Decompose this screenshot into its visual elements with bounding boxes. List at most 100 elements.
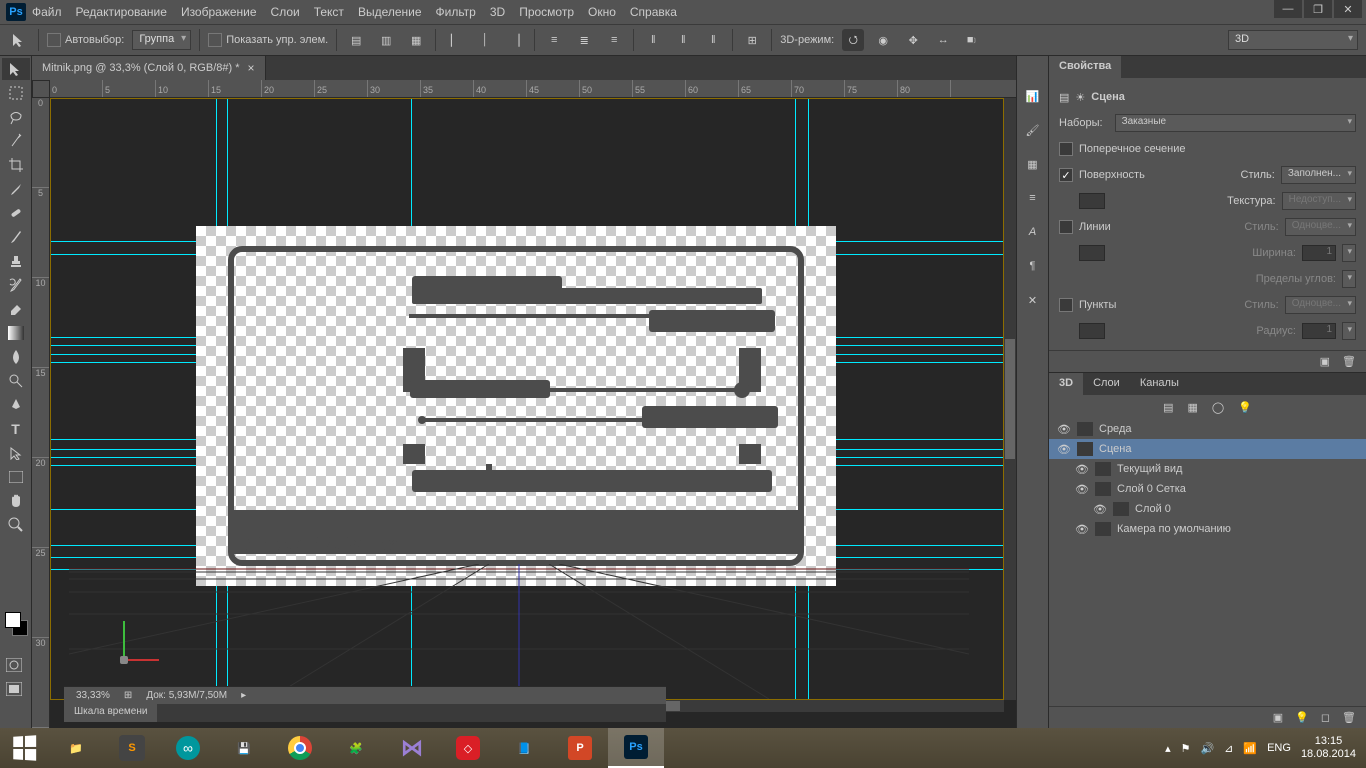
pan-3d-icon[interactable]: ✥: [902, 29, 924, 51]
pen-tool[interactable]: [2, 394, 30, 416]
props-render-icon[interactable]: ▣: [1320, 355, 1330, 368]
document-tab[interactable]: Mitnik.png @ 33,3% (Слой 0, RGB/8#) * ×: [32, 56, 266, 80]
tools-icon[interactable]: ✕: [1023, 290, 1043, 310]
zoom-tool[interactable]: [2, 514, 30, 536]
distribute-2-icon[interactable]: ≣: [573, 29, 595, 51]
tray-net-icon[interactable]: ⊿: [1224, 742, 1233, 755]
heal-tool[interactable]: [2, 202, 30, 224]
distribute-3-icon[interactable]: ≡: [603, 29, 625, 51]
timeline-tab[interactable]: Шкала времени: [64, 704, 157, 722]
distribute-5-icon[interactable]: ‖: [672, 29, 694, 51]
canvas-stage[interactable]: Kevin Mitnick: [50, 98, 1004, 700]
camera-3d-icon[interactable]: ■〕: [962, 29, 984, 51]
layer-row[interactable]: 👁Слой 0 Сетка: [1049, 479, 1366, 499]
filter-mesh-icon[interactable]: ▦: [1187, 401, 1197, 414]
canvas-scrollbar-v[interactable]: [1004, 98, 1016, 700]
adjust-icon[interactable]: ≡: [1023, 188, 1043, 208]
task-ppt[interactable]: P: [552, 728, 608, 768]
layer-new-icon[interactable]: ◻: [1321, 711, 1330, 724]
align-vcenter-icon[interactable]: ▥: [375, 29, 397, 51]
lasso-tool[interactable]: [2, 106, 30, 128]
tray-lang[interactable]: ENG: [1267, 742, 1291, 754]
layer-row[interactable]: 👁Камера по умолчанию: [1049, 519, 1366, 539]
menu-select[interactable]: Выделение: [358, 5, 422, 19]
window-minimize[interactable]: ―: [1274, 0, 1302, 18]
radius-field[interactable]: 1: [1302, 323, 1336, 339]
filter-light-icon[interactable]: 💡: [1238, 401, 1252, 414]
visibility-icon[interactable]: 👁: [1093, 503, 1107, 516]
workspace-dropdown[interactable]: 3D: [1228, 30, 1358, 50]
move-tool[interactable]: [2, 58, 30, 80]
history-brush-tool[interactable]: [2, 274, 30, 296]
tab-layers[interactable]: Слои: [1083, 373, 1130, 395]
align-top-icon[interactable]: ▤: [345, 29, 367, 51]
menu-layers[interactable]: Слои: [271, 5, 300, 19]
shape-tool[interactable]: [2, 466, 30, 488]
lines-style-dropdown[interactable]: Одноцве...: [1285, 218, 1356, 236]
task-sublime[interactable]: S: [104, 728, 160, 768]
distribute-1-icon[interactable]: ≡: [543, 29, 565, 51]
menu-help[interactable]: Справка: [630, 5, 677, 19]
ruler-vertical[interactable]: 0510152025303540: [32, 98, 50, 728]
window-restore[interactable]: ❐: [1304, 0, 1332, 18]
scene-list-icon[interactable]: ▤: [1059, 91, 1069, 104]
visibility-icon[interactable]: 👁: [1057, 423, 1071, 436]
points-check[interactable]: [1059, 298, 1073, 312]
tray-flag-icon[interactable]: ⚑: [1181, 742, 1191, 755]
lines-swatch[interactable]: [1079, 245, 1105, 261]
document-tab-close[interactable]: ×: [247, 61, 254, 75]
quickmask-icon[interactable]: [0, 654, 28, 676]
wand-tool[interactable]: [2, 130, 30, 152]
task-arduino[interactable]: ∞: [160, 728, 216, 768]
align-bottom-icon[interactable]: ▦: [405, 29, 427, 51]
angle-limit-dropdown[interactable]: [1342, 270, 1356, 288]
preview-icon[interactable]: ⊞: [124, 690, 132, 701]
path-select-tool[interactable]: [2, 442, 30, 464]
eraser-tool[interactable]: [2, 298, 30, 320]
screenmode-icon[interactable]: [0, 678, 28, 700]
start-button[interactable]: [0, 728, 48, 768]
layer-new-light-icon[interactable]: 💡: [1295, 711, 1309, 724]
points-style-dropdown[interactable]: Одноцве...: [1285, 296, 1356, 314]
tray-sound-icon[interactable]: 🔊: [1200, 742, 1214, 755]
layer-row[interactable]: 👁Сцена: [1049, 439, 1366, 459]
task-save[interactable]: 💾: [216, 728, 272, 768]
distribute-4-icon[interactable]: ‖: [642, 29, 664, 51]
show-controls-check[interactable]: Показать упр. элем.: [208, 33, 328, 47]
tray-wifi-icon[interactable]: 📶: [1243, 742, 1257, 755]
points-swatch[interactable]: [1079, 323, 1105, 339]
sets-dropdown[interactable]: Заказные: [1115, 114, 1356, 132]
layer-render-icon[interactable]: ▣: [1273, 711, 1283, 724]
auto-align-icon[interactable]: ⊞: [741, 29, 763, 51]
surface-check[interactable]: [1059, 168, 1073, 182]
para-icon[interactable]: ¶: [1023, 256, 1043, 276]
menu-text[interactable]: Текст: [314, 5, 344, 19]
menu-image[interactable]: Изображение: [181, 5, 257, 19]
menu-3d[interactable]: 3D: [490, 5, 505, 19]
text-tool[interactable]: T: [2, 418, 30, 440]
zoom-level[interactable]: 33,33%: [76, 690, 110, 701]
task-explorer[interactable]: 📁: [48, 728, 104, 768]
roll-3d-icon[interactable]: ◉: [872, 29, 894, 51]
task-vs[interactable]: ⋈: [384, 728, 440, 768]
swatches-icon[interactable]: ▦: [1023, 154, 1043, 174]
properties-tab[interactable]: Свойства: [1049, 56, 1121, 78]
task-app1[interactable]: 🧩: [328, 728, 384, 768]
orbit-3d-icon[interactable]: ⭯: [842, 29, 864, 51]
cross-section-check[interactable]: [1059, 142, 1073, 156]
hand-tool[interactable]: [2, 490, 30, 512]
task-app2[interactable]: 📘: [496, 728, 552, 768]
stamp-tool[interactable]: [2, 250, 30, 272]
window-close[interactable]: ✕: [1334, 0, 1362, 18]
foreground-color-swatch[interactable]: [5, 612, 21, 628]
filter-scene-icon[interactable]: ▤: [1163, 401, 1173, 414]
filter-material-icon[interactable]: ◯: [1212, 401, 1224, 414]
visibility-icon[interactable]: 👁: [1057, 443, 1071, 456]
eyedropper-tool[interactable]: [2, 178, 30, 200]
align-right-icon[interactable]: ▕: [504, 29, 526, 51]
visibility-icon[interactable]: 👁: [1075, 483, 1089, 496]
surface-swatch[interactable]: [1079, 193, 1105, 209]
menu-view[interactable]: Просмотр: [519, 5, 574, 19]
gradient-tool[interactable]: [2, 322, 30, 344]
align-hcenter-icon[interactable]: │: [474, 29, 496, 51]
